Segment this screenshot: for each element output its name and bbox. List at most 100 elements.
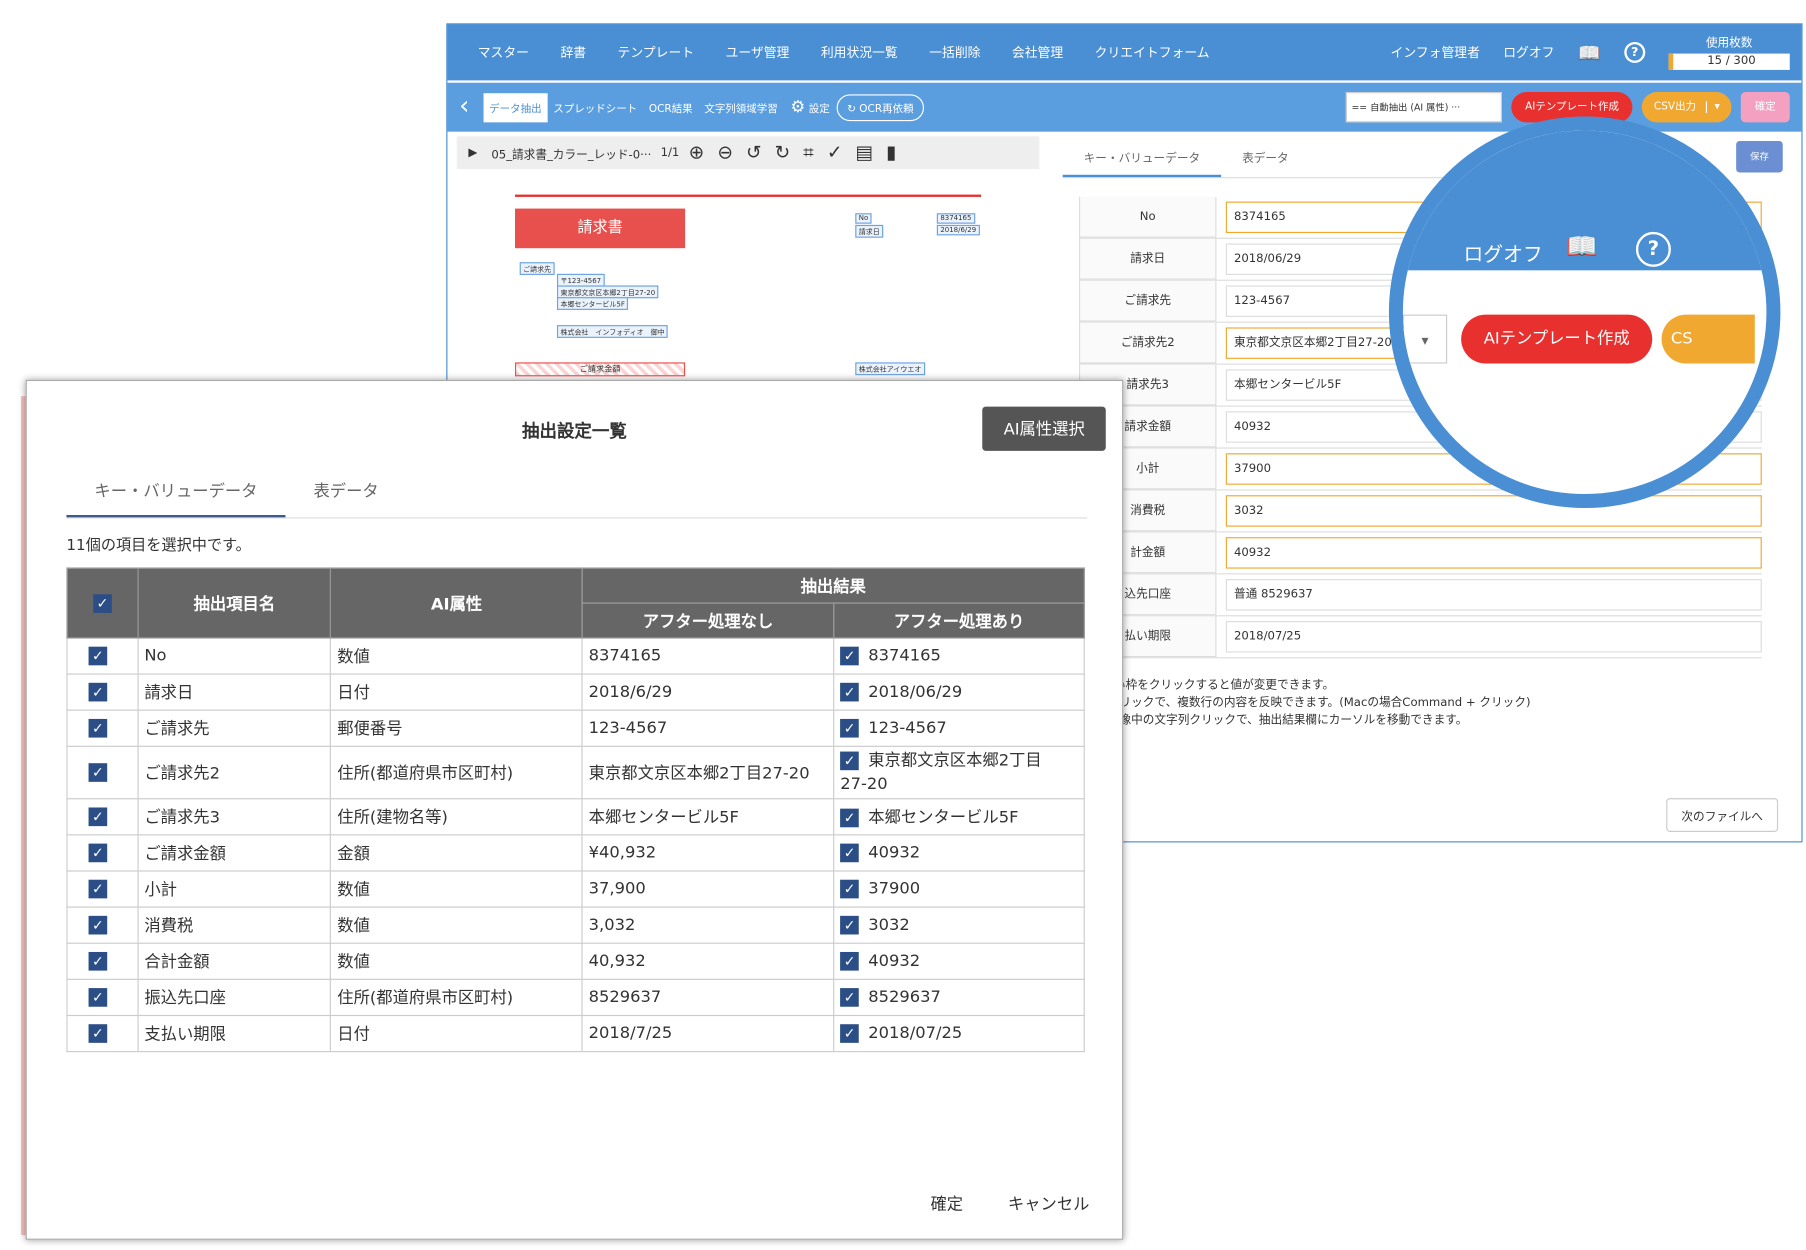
ai-attribute-select-button[interactable]: AI属性選択	[982, 406, 1106, 451]
nav-bulk-delete[interactable]: 一括削除	[929, 43, 980, 62]
ai-attr[interactable]: 数値	[330, 637, 583, 675]
settings-link[interactable]: 設定	[809, 100, 830, 115]
ai-attr[interactable]: 金額	[330, 834, 583, 872]
processed-checkbox[interactable]: ✓	[840, 915, 859, 935]
pdf-no-key[interactable]: No	[855, 213, 872, 224]
tab-spreadsheet[interactable]: スプレッドシート	[547, 93, 643, 122]
row-checkbox[interactable]: ✓	[88, 646, 108, 666]
row-checkbox[interactable]: ✓	[88, 951, 108, 971]
usage-counter: 使用枚数 15 / 300	[1668, 36, 1790, 70]
zoom-out-icon[interactable]: ⊖	[717, 141, 733, 163]
row-checkbox[interactable]: ✓	[88, 843, 108, 863]
pdf-bill-to[interactable]: ご請求先	[519, 262, 555, 275]
document-preview[interactable]: 請求書 No 8374165 請求日 2018/6/29 ご請求先 〒123-4…	[456, 171, 1040, 382]
row-checkbox[interactable]: ✓	[88, 1024, 108, 1043]
tab-ocr-result[interactable]: OCR結果	[643, 93, 698, 122]
manual-book-icon[interactable]: 📖	[1578, 41, 1601, 63]
ai-attr[interactable]: 日付	[330, 673, 583, 711]
ai-attr[interactable]: 数値	[330, 870, 583, 908]
row-checkbox[interactable]: ✓	[88, 807, 108, 827]
ai-attr[interactable]: 数値	[330, 906, 583, 944]
row-select-cell: ✓	[66, 709, 139, 747]
csv-dropdown-icon[interactable]: ▾	[1706, 101, 1720, 114]
row-checkbox[interactable]: ✓	[88, 763, 108, 782]
processed-result: 2018/06/29	[868, 682, 963, 702]
play-icon[interactable]: ▶	[468, 146, 477, 159]
note-line: ー + クリックで、複数行の内容を反映できます。(Macの場合Command +…	[1078, 696, 1531, 710]
pdf-building[interactable]: 本郷センタービル5F	[556, 297, 629, 310]
select-all-checkbox[interactable]: ✓	[93, 593, 112, 613]
processed-checkbox[interactable]: ✓	[840, 843, 859, 863]
kv-row: 消費税 3032	[1078, 490, 1762, 533]
row-checkbox[interactable]: ✓	[88, 682, 108, 702]
kv-value-input[interactable]: 2018/07/25	[1225, 621, 1762, 653]
pdf-issuer[interactable]: 株式会社アイウエオ	[855, 362, 925, 376]
tab-key-value[interactable]: キー・バリューデータ	[1062, 136, 1222, 178]
row-checkbox[interactable]: ✓	[88, 718, 108, 738]
tab-data-extract[interactable]: データ抽出	[483, 92, 548, 122]
extract-mode-select[interactable]: == 自動抽出 (AI 属性) ···	[1345, 92, 1502, 123]
dialog-tab-table-data[interactable]: 表データ	[285, 465, 406, 517]
pdf-date-value[interactable]: 2018/6/29	[936, 224, 980, 236]
back-chevron-icon[interactable]: ‹	[459, 94, 469, 120]
processed-checkbox[interactable]: ✓	[840, 682, 859, 702]
ai-attr[interactable]: 住所(都道府県市区町村)	[330, 978, 583, 1017]
ai-attr[interactable]: 数値	[330, 942, 583, 980]
pdf-amount-label[interactable]: ご請求金額	[515, 362, 686, 377]
processed-checkbox[interactable]: ✓	[840, 879, 859, 899]
kv-value-input[interactable]: 40932	[1225, 537, 1762, 569]
nav-company[interactable]: 会社管理	[1012, 43, 1063, 62]
gear-icon[interactable]: ⚙	[791, 98, 806, 117]
nav-template[interactable]: テンプレート	[618, 43, 695, 62]
nav-master[interactable]: マスター	[478, 43, 529, 62]
confirm-button[interactable]: 確定	[1740, 92, 1790, 123]
row-select-cell: ✓	[66, 870, 139, 908]
row-select-cell: ✓	[66, 637, 139, 675]
tab-region-learning[interactable]: 文字列領域学習	[699, 93, 784, 122]
logoff-link[interactable]: ログオフ	[1503, 43, 1554, 62]
ai-attr[interactable]: 住所(都道府県市区町村)	[330, 745, 583, 800]
table-row: ✓ 合計金額 数値 40,932 ✓ 40932	[66, 942, 1085, 980]
nav-createform[interactable]: クリエイトフォーム	[1095, 43, 1210, 62]
kv-value-input[interactable]: 3032	[1225, 495, 1762, 527]
nav-usage[interactable]: 利用状況一覧	[821, 43, 898, 62]
table-row: ✓ No 数値 8374165 ✓ 8374165	[66, 637, 1085, 675]
dialog-confirm-button[interactable]: 確定	[930, 1195, 963, 1214]
processed-checkbox[interactable]: ✓	[840, 751, 859, 771]
processed-checkbox[interactable]: ✓	[840, 951, 859, 971]
pdf-no-value[interactable]: 8374165	[936, 213, 975, 224]
pdf-date-key[interactable]: 請求日	[855, 224, 884, 238]
trash-icon[interactable]: ▮	[886, 141, 896, 163]
csv-output-button[interactable]: CSV出力 ▾	[1642, 92, 1732, 123]
row-checkbox[interactable]: ✓	[88, 879, 108, 899]
raw-result: 本郷センタービル5F	[581, 798, 835, 836]
pdf-company[interactable]: 株式会社 インフォディオ 御中	[556, 325, 669, 338]
item-name: 支払い期限	[137, 1014, 332, 1053]
zoom-in-icon[interactable]: ⊕	[689, 141, 705, 163]
kv-key: No	[1078, 196, 1217, 238]
processed-checkbox[interactable]: ✓	[840, 646, 859, 666]
tab-table-data[interactable]: 表データ	[1221, 136, 1310, 177]
help-icon[interactable]: ?	[1624, 41, 1646, 63]
kv-value-input[interactable]: 普通 8529637	[1225, 579, 1762, 611]
rotate-left-icon[interactable]: ↺	[746, 141, 762, 163]
processed-checkbox[interactable]: ✓	[840, 808, 859, 828]
row-checkbox[interactable]: ✓	[88, 915, 108, 935]
pdf-icon[interactable]: ▤	[855, 141, 873, 163]
dialog-cancel-button[interactable]: キャンセル	[1008, 1195, 1090, 1214]
next-file-button[interactable]: 次のファイルへ	[1666, 798, 1779, 832]
ai-attr[interactable]: 日付	[330, 1014, 583, 1053]
ai-attr[interactable]: 住所(建物名等)	[330, 798, 583, 836]
processed-checkbox[interactable]: ✓	[840, 988, 859, 1007]
nav-dictionary[interactable]: 辞書	[560, 43, 586, 62]
processed-checkbox[interactable]: ✓	[840, 1024, 859, 1043]
nav-user-management[interactable]: ユーザ管理	[726, 43, 790, 62]
rotate-right-icon[interactable]: ↻	[775, 141, 791, 163]
spellcheck-icon[interactable]: ✓	[827, 141, 843, 163]
processed-checkbox[interactable]: ✓	[840, 718, 859, 738]
ocr-retry-button[interactable]: ↻ OCR再依頼	[836, 93, 925, 121]
dialog-tab-key-value[interactable]: キー・バリューデータ	[66, 465, 286, 518]
ai-attr[interactable]: 郵便番号	[330, 709, 583, 747]
crop-icon[interactable]: ⌗	[803, 141, 814, 163]
row-checkbox[interactable]: ✓	[88, 988, 108, 1007]
